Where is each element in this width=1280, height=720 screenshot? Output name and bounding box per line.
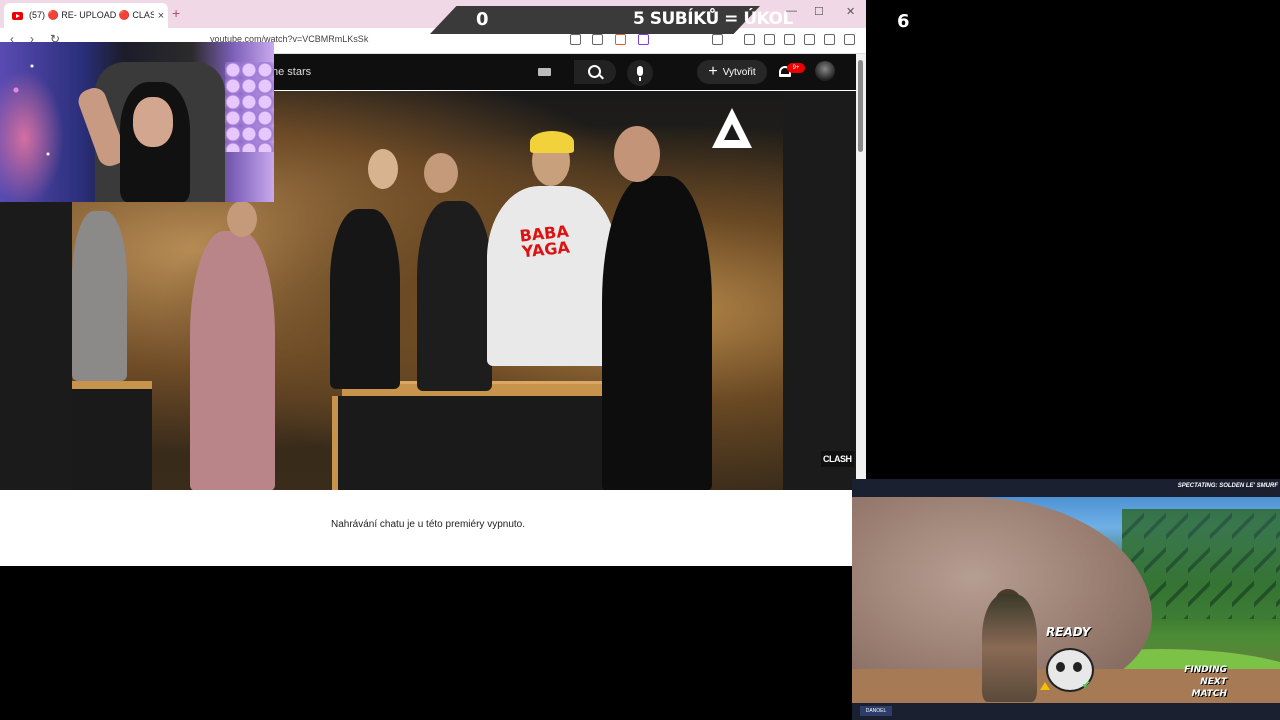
webcam-overlay (0, 42, 274, 202)
sub-goal-count: 0 (476, 9, 489, 30)
show-logo-icon (712, 108, 752, 148)
account-avatar[interactable] (815, 61, 835, 81)
crown-icon (1040, 682, 1050, 690)
music-icon[interactable] (744, 34, 755, 45)
create-button-label: Vytvořit (722, 66, 756, 78)
person-dark-hoodie-head (424, 153, 458, 193)
notifications-badge: 9+ (787, 63, 805, 73)
kitchen-counter-left (72, 381, 152, 490)
new-tab-button[interactable]: + (172, 5, 180, 21)
chat-disabled-message: Nahrávání chatu je u této premiéry vypnu… (331, 519, 525, 530)
scrollbar-thumb[interactable] (858, 60, 863, 152)
checkmark-icon: ✔ (1082, 680, 1091, 691)
tab-title: (57) 🔴 RE- UPLOAD 🔴 CLASH (29, 10, 154, 20)
streamer-face (133, 97, 173, 147)
brave-shield-icon[interactable] (615, 34, 626, 45)
search-icon (588, 65, 601, 78)
person-pink-suit (190, 231, 275, 490)
tab-youtube[interactable]: (57) 🔴 RE- UPLOAD 🔴 CLASH × (4, 3, 168, 28)
game-top-bar: SPECTATING: SOLDEN LE' SMURF (852, 479, 1280, 497)
maximize-button[interactable]: ☐ (814, 5, 824, 18)
person-chef-head (614, 126, 660, 182)
menu-icon[interactable] (844, 34, 855, 45)
spectating-label: SPECTATING: SOLDEN LE' SMURF (1177, 483, 1278, 489)
voice-search-button[interactable] (627, 60, 653, 86)
vpn-icon[interactable] (824, 34, 835, 45)
close-window-button[interactable]: ✕ (846, 5, 855, 18)
tab-close-button[interactable]: × (154, 10, 168, 22)
person-left (72, 211, 127, 381)
player-character (982, 594, 1037, 702)
finding-match-label: FINDING NEXT MATCH (1184, 665, 1227, 699)
sub-goal-text: 5 SUBÍKŮ = ÚKOL (633, 9, 793, 29)
person-white-tee (487, 186, 617, 366)
purple-flowers (225, 62, 274, 152)
create-button[interactable]: + Vytvořit (697, 60, 767, 84)
game-bottom-bar: DANOEL (852, 703, 1280, 720)
video-watermark: CLASH (821, 451, 854, 467)
person-pink-suit-head (227, 201, 257, 237)
person-dark-hoodie (417, 201, 492, 391)
extension-icon[interactable] (712, 34, 723, 45)
person-black-dress-head (368, 149, 398, 189)
sidebar-icon[interactable] (764, 34, 775, 45)
chat-disabled-panel: Nahrávání chatu je u této premiéry vypnu… (0, 491, 856, 566)
star-icon[interactable] (804, 34, 815, 45)
share-icon[interactable] (592, 34, 603, 45)
keyboard-icon[interactable] (538, 68, 551, 76)
galaxy-backdrop (0, 42, 80, 202)
person-chef (602, 176, 712, 490)
yellow-cap (530, 131, 574, 153)
search-button[interactable] (574, 60, 616, 84)
person-black-dress (330, 209, 400, 389)
player-name-tag: DANOEL (860, 706, 892, 716)
rewards-icon[interactable] (638, 34, 649, 45)
video-letterbox-right (783, 91, 856, 490)
plus-icon: + (708, 63, 718, 80)
search-input[interactable]: he stars (272, 66, 311, 78)
ready-label: READY (1046, 625, 1091, 639)
side-counter: 6 (897, 11, 910, 32)
wallet-icon[interactable] (784, 34, 795, 45)
screen-icon[interactable] (570, 34, 581, 45)
youtube-favicon-icon (12, 11, 23, 20)
shirt-print: BABA YAGA (518, 221, 571, 262)
